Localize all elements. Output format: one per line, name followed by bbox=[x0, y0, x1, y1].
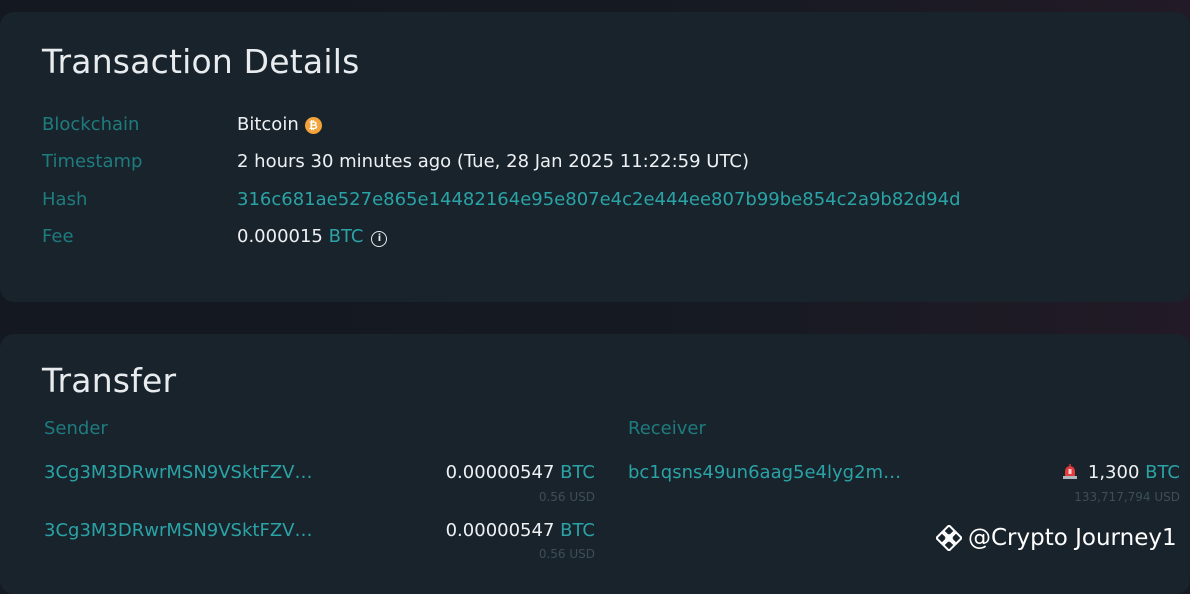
receiver-usd: 133,717,794 USD bbox=[1074, 490, 1180, 504]
hash-label: Hash bbox=[42, 189, 88, 210]
receiver-amount: 1,300 BTC bbox=[1062, 462, 1180, 483]
blockchain-value: Bitcoin ₿ bbox=[237, 114, 322, 135]
binance-logo-icon bbox=[936, 525, 962, 551]
receiver-address-link[interactable]: bc1qsns49un6aag5e4lyg2m… bbox=[628, 462, 901, 483]
fee-unit: BTC bbox=[328, 226, 364, 247]
details-title: Transaction Details bbox=[42, 42, 360, 81]
sender-header: Sender bbox=[44, 418, 108, 439]
alarm-icon bbox=[1062, 464, 1077, 479]
receiver-header: Receiver bbox=[628, 418, 706, 439]
timestamp-label: Timestamp bbox=[42, 151, 143, 172]
receiver-amount-value: 1,300 bbox=[1087, 462, 1140, 483]
sender-amount: 0.00000547 BTC bbox=[446, 462, 595, 483]
sender-amount-unit: BTC bbox=[560, 462, 595, 483]
bitcoin-icon: ₿ bbox=[304, 117, 322, 134]
fee-label: Fee bbox=[42, 226, 74, 247]
sender-amount-unit: BTC bbox=[560, 520, 595, 541]
watermark: @Crypto Journey1 bbox=[936, 525, 1177, 551]
timestamp-value: 2 hours 30 minutes ago (Tue, 28 Jan 2025… bbox=[237, 151, 750, 172]
transfer-title: Transfer bbox=[42, 361, 177, 400]
receiver-amount-unit: BTC bbox=[1145, 462, 1180, 483]
sender-usd: 0.56 USD bbox=[538, 490, 595, 504]
hash-link[interactable]: 316c681ae527e865e14482164e95e807e4c2e444… bbox=[237, 189, 961, 210]
sender-usd: 0.56 USD bbox=[538, 547, 595, 561]
blockchain-label: Blockchain bbox=[42, 114, 140, 135]
sender-address-link[interactable]: 3Cg3M3DRwrMSN9VSktFZV… bbox=[44, 462, 312, 483]
sender-amount-value: 0.00000547 bbox=[445, 462, 555, 483]
fee-amount: 0.000015 bbox=[237, 226, 323, 247]
sender-address-link[interactable]: 3Cg3M3DRwrMSN9VSktFZV… bbox=[44, 520, 312, 541]
info-icon[interactable]: i bbox=[371, 231, 388, 247]
blockchain-name: Bitcoin bbox=[237, 114, 299, 135]
sender-amount: 0.00000547 BTC bbox=[446, 520, 595, 541]
fee-value: 0.000015 BTC i bbox=[237, 226, 388, 247]
sender-amount-value: 0.00000547 bbox=[445, 520, 555, 541]
watermark-text: @Crypto Journey1 bbox=[968, 525, 1177, 551]
